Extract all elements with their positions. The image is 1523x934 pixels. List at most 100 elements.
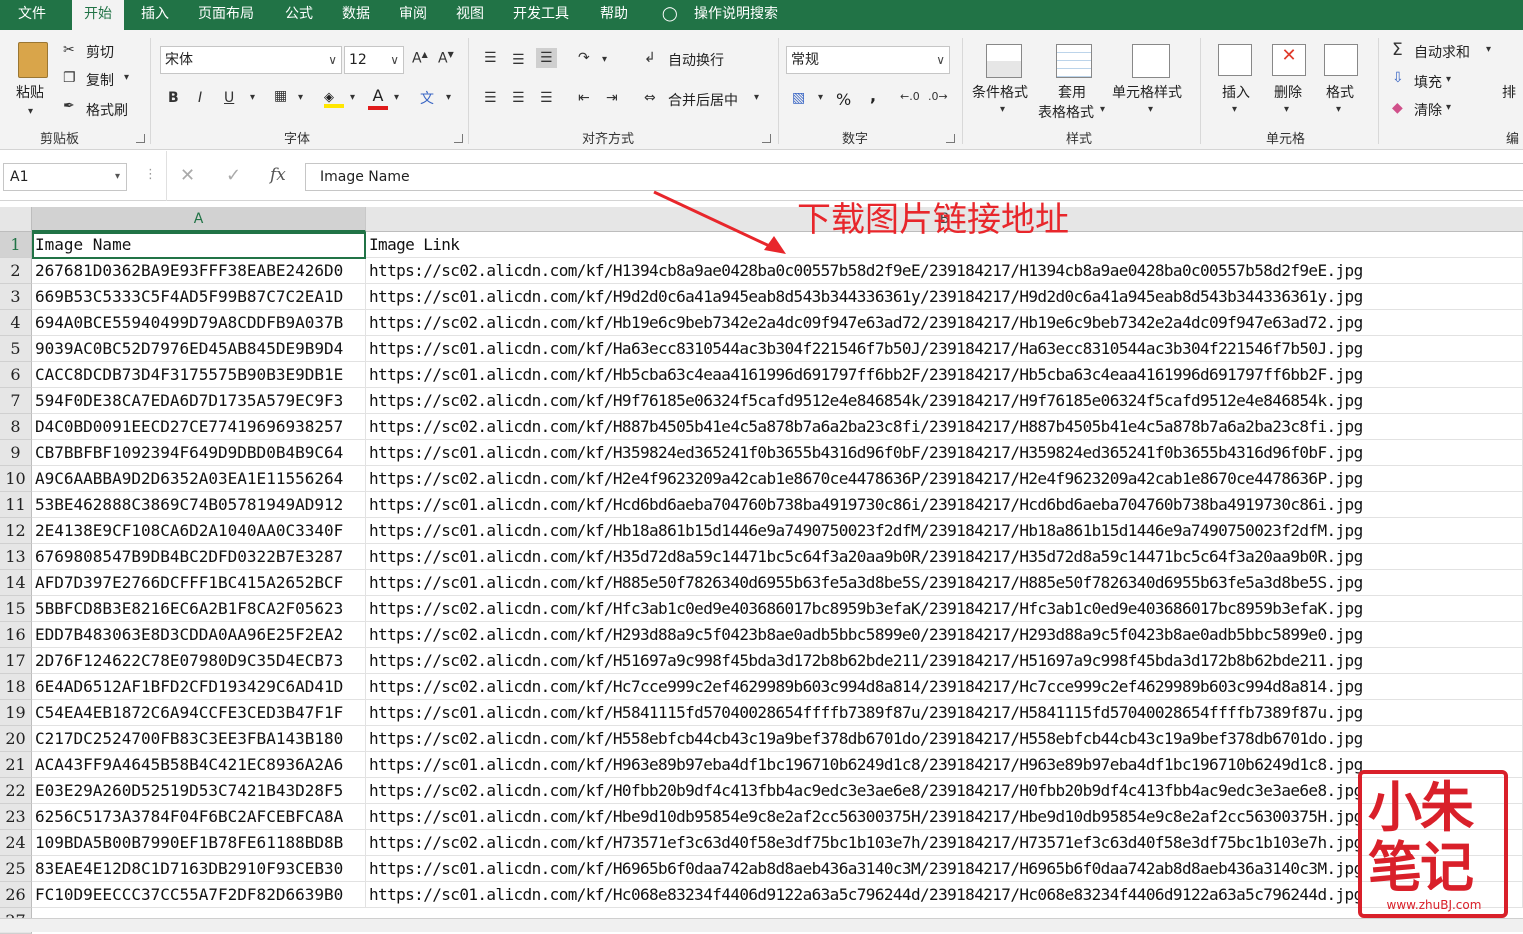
cell-image-link[interactable]: https://sc02.alicdn.com/kf/H2e4f9623209a… xyxy=(366,466,1523,492)
row-header[interactable]: 11 xyxy=(0,492,32,518)
increase-font-icon[interactable]: A▲ xyxy=(412,50,428,67)
tab-developer[interactable]: 开发工具 xyxy=(513,0,569,30)
cell-image-link[interactable]: https://sc01.alicdn.com/kf/Hb5cba63c4eaa… xyxy=(366,362,1523,388)
chevron-down-icon[interactable]: ▾ xyxy=(1100,104,1105,115)
row-header[interactable]: 4 xyxy=(0,310,32,336)
increase-indent-icon[interactable]: ⇥ xyxy=(606,90,618,106)
select-all-corner[interactable] xyxy=(0,207,32,232)
table-format-button[interactable]: 表格格式 xyxy=(1038,102,1094,122)
cell-image-link[interactable]: https://sc01.alicdn.com/kf/Hc068e83234f4… xyxy=(366,882,1523,908)
cell-image-name[interactable]: E03E29A260D52519D53C7421B43D28F5 xyxy=(32,778,366,804)
font-name-combo[interactable]: 宋体 ∨ xyxy=(160,46,342,74)
fill-color-icon[interactable]: ◈ xyxy=(324,90,344,108)
cell-image-link[interactable]: https://sc01.alicdn.com/kf/Hb18a861b15d1… xyxy=(366,518,1523,544)
clear-button[interactable]: 清除 xyxy=(1414,100,1442,120)
table-format-label-1[interactable]: 套用 xyxy=(1058,82,1086,102)
cancel-icon[interactable]: ✕ xyxy=(180,165,195,186)
cell-image-link[interactable]: https://sc01.alicdn.com/kf/H885e50f78263… xyxy=(366,570,1523,596)
decrease-font-icon[interactable]: A▼ xyxy=(438,50,454,67)
currency-icon[interactable]: ▧ xyxy=(792,90,805,106)
cell-image-link[interactable]: https://sc02.alicdn.com/kf/H293d88a9c5f0… xyxy=(366,622,1523,648)
cell-image-link[interactable]: https://sc02.alicdn.com/kf/H0fbb20b9df4c… xyxy=(366,778,1523,804)
cell-image-link[interactable]: https://sc01.alicdn.com/kf/H5841115fd570… xyxy=(366,700,1523,726)
format-painter-button[interactable]: 格式刷 xyxy=(86,100,128,120)
cell-image-link[interactable]: https://sc02.alicdn.com/kf/H73571ef3c63d… xyxy=(366,830,1523,856)
chevron-down-icon[interactable]: ▾ xyxy=(1446,74,1451,85)
cell-image-name[interactable]: FC10D9EECCC37CC55A7F2DF82D6639B0 xyxy=(32,882,366,908)
fill-down-icon[interactable]: ⇩ xyxy=(1392,70,1404,86)
enter-check-icon[interactable]: ✓ xyxy=(226,165,241,186)
chevron-down-icon[interactable]: ▾ xyxy=(602,54,607,65)
cell-styles-button[interactable]: 单元格样式 xyxy=(1112,82,1182,102)
cell-image-link[interactable]: https://sc02.alicdn.com/kf/Hc7cce999c2ef… xyxy=(366,674,1523,700)
cell-image-name[interactable]: 6769808547B9DB4BC2DFD0322B7E3287 xyxy=(32,544,366,570)
row-header[interactable]: 13 xyxy=(0,544,32,570)
chevron-down-icon[interactable]: ▾ xyxy=(1336,104,1341,115)
row-header[interactable]: 15 xyxy=(0,596,32,622)
chevron-down-icon[interactable]: ▾ xyxy=(1000,104,1005,115)
increase-decimal-icon[interactable]: ←.0 xyxy=(900,90,920,103)
chevron-down-icon[interactable]: ▾ xyxy=(28,106,33,117)
border-icon[interactable]: ▦ xyxy=(274,88,287,104)
chevron-down-icon[interactable]: ∨ xyxy=(936,47,945,73)
cell-image-name[interactable]: CB7BBFBF1092394F649D9DBD0B4B9C64 xyxy=(32,440,366,466)
cell-image-link[interactable]: https://sc01.alicdn.com/kf/Ha63ecc831054… xyxy=(366,336,1523,362)
cell-image-link[interactable]: https://sc02.alicdn.com/kf/H9f76185e0632… xyxy=(366,388,1523,414)
row-header[interactable]: 3 xyxy=(0,284,32,310)
cell-image-name[interactable]: 267681D0362BA9E93FFF38EABE2426D0 xyxy=(32,258,366,284)
formula-input[interactable]: Image Name xyxy=(305,163,1523,191)
fill-button[interactable]: 填充 xyxy=(1414,72,1442,92)
underline-icon[interactable]: U xyxy=(224,90,234,106)
launcher-icon[interactable] xyxy=(762,134,771,143)
chevron-down-icon[interactable]: ▾ xyxy=(250,92,255,103)
font-color-icon[interactable]: A xyxy=(368,86,388,110)
cell-image-link[interactable]: https://sc01.alicdn.com/kf/H963e89b97eba… xyxy=(366,752,1523,778)
row-header[interactable]: 9 xyxy=(0,440,32,466)
cell-image-name[interactable]: 2E4138E9CF108CA6D2A1040AA0C3340F xyxy=(32,518,366,544)
tab-home[interactable]: 开始 xyxy=(72,0,124,30)
insert-cells-icon[interactable] xyxy=(1218,44,1252,76)
paste-button[interactable]: 粘贴 xyxy=(16,82,44,102)
cell-image-link[interactable]: https://sc01.alicdn.com/kf/H9d2d0c6a41a9… xyxy=(366,284,1523,310)
chevron-down-icon[interactable]: ∨ xyxy=(390,47,399,73)
cell-image-link[interactable]: https://sc01.alicdn.com/kf/Hbe9d10db9585… xyxy=(366,804,1523,830)
insert-cells-button[interactable]: 插入 xyxy=(1222,82,1250,102)
orientation-icon[interactable]: ↷ xyxy=(578,50,590,66)
cell-image-link[interactable]: https://sc02.alicdn.com/kf/H558ebfcb44cb… xyxy=(366,726,1523,752)
row-header[interactable]: 26 xyxy=(0,882,32,908)
tab-page-layout[interactable]: 页面布局 xyxy=(198,0,254,30)
eraser-icon[interactable]: ◆ xyxy=(1392,100,1403,116)
row-header[interactable]: 25 xyxy=(0,856,32,882)
chevron-down-icon[interactable]: ▾ xyxy=(1148,104,1153,115)
row-header[interactable]: 18 xyxy=(0,674,32,700)
launcher-icon[interactable] xyxy=(454,134,463,143)
conditional-format-icon[interactable] xyxy=(986,44,1022,78)
chevron-down-icon[interactable]: ▾ xyxy=(350,92,355,103)
name-box[interactable]: A1 ▾ xyxy=(3,163,127,191)
row-header[interactable]: 16 xyxy=(0,622,32,648)
cell-image-name[interactable]: EDD7B483063E8D3CDDA0AA96E25F2EA2 xyxy=(32,622,366,648)
font-size-combo[interactable]: 12 ∨ xyxy=(344,46,404,74)
cell-image-link[interactable]: https://sc02.alicdn.com/kf/Hb19e6c9beb73… xyxy=(366,310,1523,336)
format-cells-icon[interactable] xyxy=(1324,44,1358,76)
cell-image-name[interactable]: 694A0BCE55940499D79A8CDDFB9A037B xyxy=(32,310,366,336)
cell-image-link[interactable]: https://sc02.alicdn.com/kf/H887b4505b41e… xyxy=(366,414,1523,440)
bold-icon[interactable]: B xyxy=(168,90,179,106)
chevron-down-icon[interactable]: ▾ xyxy=(754,92,759,103)
merge-center-button[interactable]: 合并后居中 xyxy=(668,90,738,110)
cell-image-name[interactable]: 669B53C5333C5F4AD5F99B87C7C2EA1D xyxy=(32,284,366,310)
tab-help[interactable]: 帮助 xyxy=(600,0,628,30)
cell-image-link[interactable]: https://sc01.alicdn.com/kf/H35d72d8a59c1… xyxy=(366,544,1523,570)
autosum-button[interactable]: 自动求和 xyxy=(1414,42,1470,62)
tab-insert[interactable]: 插入 xyxy=(141,0,169,30)
sigma-icon[interactable]: Σ xyxy=(1392,40,1403,60)
cell-image-name[interactable]: 2D76F124622C78E07980D9C35D4ECB73 xyxy=(32,648,366,674)
row-header[interactable]: 2 xyxy=(0,258,32,284)
chevron-down-icon[interactable]: ▾ xyxy=(1446,102,1451,113)
cell-image-link[interactable]: https://sc01.alicdn.com/kf/H6965b6f0daa7… xyxy=(366,856,1523,882)
conditional-format-button[interactable]: 条件格式 xyxy=(972,82,1028,102)
align-top-icon[interactable]: ☰ xyxy=(484,50,497,66)
row-header[interactable]: 10 xyxy=(0,466,32,492)
chevron-down-icon[interactable]: ▾ xyxy=(1284,104,1289,115)
cell-image-name[interactable]: C54EA4EB1872C6A94CCFE3CED3B47F1F xyxy=(32,700,366,726)
